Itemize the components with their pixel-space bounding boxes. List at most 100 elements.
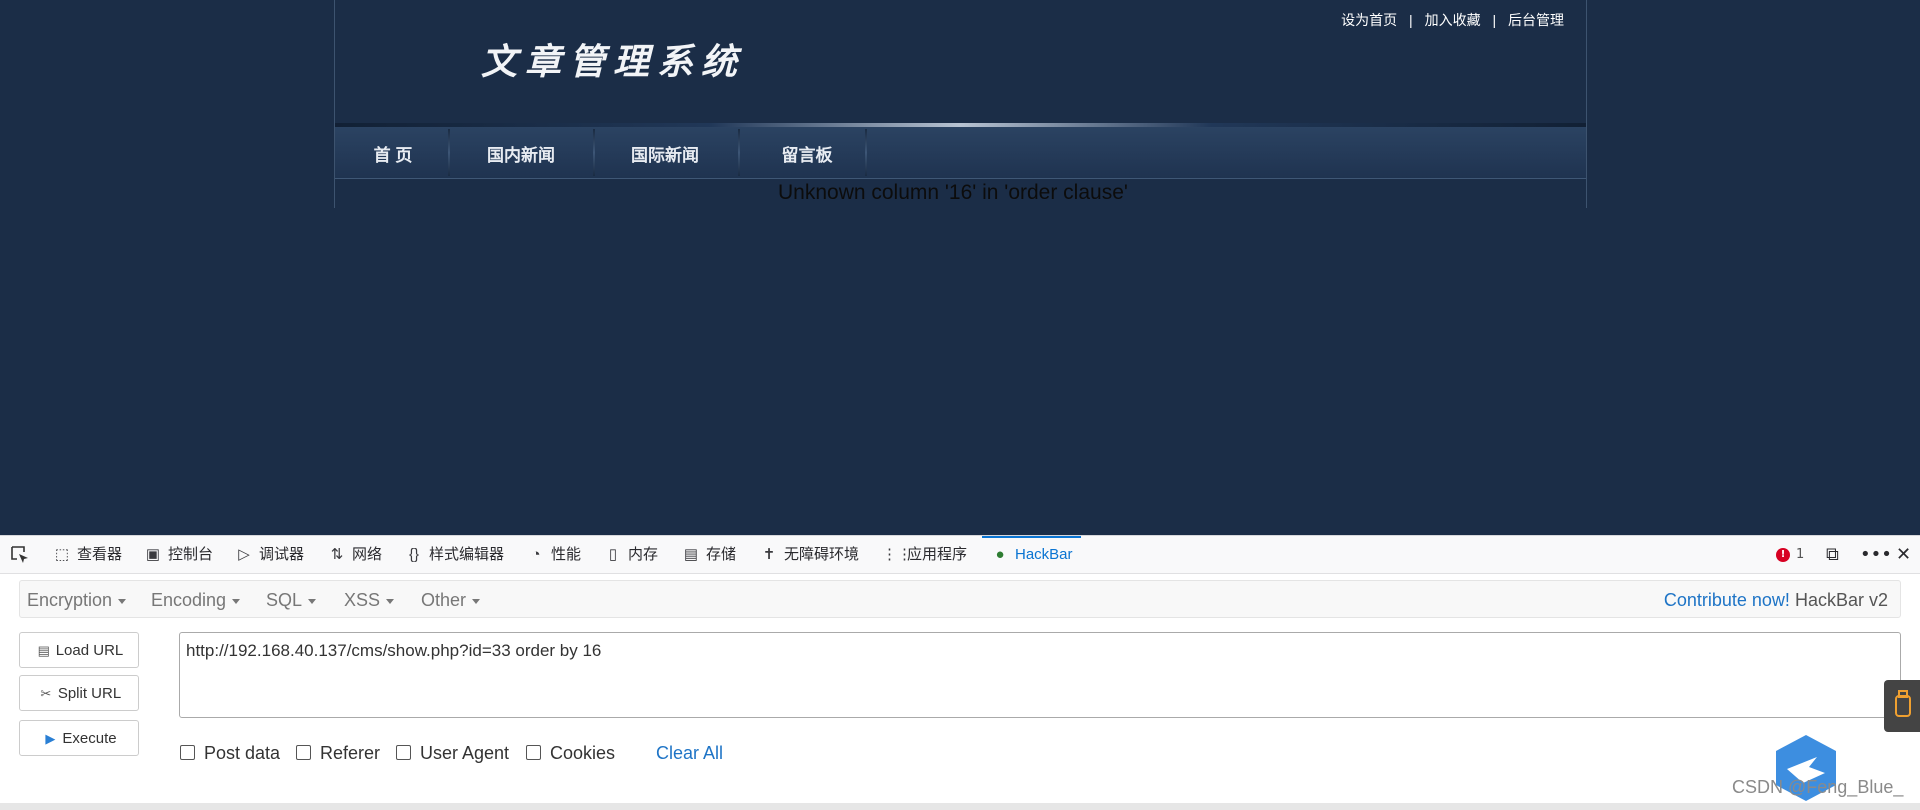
sql-error-message: Unknown column '16' in 'order clause' — [778, 181, 1128, 204]
inspector-icon: ⬚ — [54, 546, 70, 563]
checkbox-label: Post data — [204, 743, 281, 763]
tab-style-editor[interactable]: {} 样式编辑器 — [404, 536, 504, 574]
caret-down-icon — [118, 598, 127, 604]
console-icon: ▣ — [145, 546, 161, 563]
page-container: 文章管理系统 设为首页 | 加入收藏 | 后台管理 首 页 国内新闻 国际新闻 … — [334, 0, 1587, 208]
user-agent-checkbox[interactable]: User Agent — [396, 741, 509, 765]
encryption-menu[interactable]: Encryption — [27, 581, 127, 619]
tab-label: 应用程序 — [907, 546, 968, 563]
bottom-strip — [0, 803, 1920, 810]
nav-divider — [448, 129, 450, 176]
performance-icon: ◔ — [531, 546, 541, 563]
caret-down-icon — [232, 598, 241, 604]
tab-inspector[interactable]: ⬚ 查看器 — [52, 536, 122, 574]
application-icon: ⋮⋮ — [882, 546, 912, 563]
tab-label: 存储 — [706, 546, 737, 563]
web-page: 文章管理系统 设为首页 | 加入收藏 | 后台管理 首 页 国内新闻 国际新闻 … — [0, 0, 1920, 535]
tab-label: 内存 — [628, 546, 659, 563]
menu-label: Encoding — [151, 590, 227, 610]
separator: | — [1409, 12, 1413, 28]
tab-label: 网络 — [352, 546, 383, 563]
csdn-watermark: CSDN @Feng_Blue_ — [1732, 777, 1904, 797]
tab-label: 性能 — [551, 546, 582, 563]
url-input[interactable] — [179, 632, 1901, 718]
nav-item-guestbook[interactable]: 留言板 — [747, 127, 867, 178]
admin-link[interactable]: 后台管理 — [1508, 12, 1564, 28]
tab-label: 无障碍环境 — [784, 546, 860, 563]
encoding-menu[interactable]: Encoding — [151, 581, 241, 619]
debugger-icon: ▷ — [238, 546, 250, 563]
hackbar-version: HackBar v2 — [1794, 590, 1888, 610]
tab-memory[interactable]: ▯ 内存 — [603, 536, 658, 574]
menu-label: Other — [421, 590, 467, 610]
tab-console[interactable]: ▣ 控制台 — [143, 536, 213, 574]
side-extension-tab[interactable] — [1884, 680, 1920, 732]
tab-label: 样式编辑器 — [429, 546, 505, 563]
scissors-icon: ✂ — [40, 686, 52, 701]
checkbox[interactable] — [526, 745, 541, 760]
tab-label: 控制台 — [168, 546, 214, 563]
bottle-icon — [1895, 690, 1911, 717]
add-favorite-link[interactable]: 加入收藏 — [1425, 12, 1481, 28]
caret-down-icon — [308, 598, 317, 604]
cookies-checkbox[interactable]: Cookies — [526, 741, 615, 765]
menu-label: SQL — [266, 590, 303, 610]
nav-item-domestic-news[interactable]: 国内新闻 — [457, 127, 585, 178]
post-data-checkbox[interactable]: Post data — [180, 741, 280, 765]
hackbar-icon: ● — [995, 546, 1005, 563]
storage-icon: ▤ — [683, 546, 699, 563]
hackbar-menu: Encryption Encoding SQL XSS Other Contri… — [19, 580, 1901, 618]
close-icon[interactable]: ✕ — [1896, 536, 1911, 574]
tab-storage[interactable]: ▤ 存储 — [681, 536, 736, 574]
tab-debugger[interactable]: ▷ 调试器 — [234, 536, 304, 574]
memory-icon: ▯ — [608, 546, 618, 563]
set-homepage-link[interactable]: 设为首页 — [1341, 12, 1397, 28]
referer-checkbox[interactable]: Referer — [296, 741, 380, 765]
button-label: Execute — [62, 730, 117, 747]
button-label: Load URL — [55, 642, 124, 659]
clear-all-link[interactable]: Clear All — [656, 741, 723, 765]
separator: | — [1492, 12, 1497, 28]
nav-divider — [593, 129, 595, 176]
execute-button[interactable]: ▶ Execute — [19, 720, 139, 756]
nav-divider — [865, 129, 867, 176]
tab-network[interactable]: ⇅ 网络 — [327, 536, 382, 574]
tab-label: 查看器 — [77, 546, 123, 563]
caret-down-icon — [472, 598, 481, 604]
checkbox[interactable] — [180, 745, 195, 760]
tab-application[interactable]: ⋮⋮应用程序 — [882, 536, 967, 574]
dock-toggle-icon[interactable]: ⧉ — [1826, 536, 1839, 574]
main-nav: 首 页 国内新闻 国际新闻 留言板 — [335, 127, 1586, 179]
other-menu[interactable]: Other — [421, 581, 481, 619]
site-title: 文章管理系统 — [481, 41, 746, 83]
play-icon: ▶ — [45, 731, 56, 746]
nav-item-home[interactable]: 首 页 — [349, 127, 437, 178]
split-url-button[interactable]: ✂ Split URL — [19, 675, 139, 711]
tab-performance[interactable]: ◔ 性能 — [526, 536, 581, 574]
style-editor-icon: {} — [408, 546, 420, 563]
sql-menu[interactable]: SQL — [266, 581, 317, 619]
checkbox-label: Referer — [320, 743, 381, 763]
load-url-button[interactable]: ▤ Load URL — [19, 632, 139, 668]
devtools-toolbar: ⬚ 查看器 ▣ 控制台 ▷ 调试器 ⇅ 网络 {} 样式编辑器 ◔ 性能 ▯ 内存 ▤ 存储 ✝… — [0, 535, 1920, 574]
checkbox[interactable] — [396, 745, 411, 760]
checkbox-label: Cookies — [550, 743, 616, 763]
tab-label: HackBar — [1015, 546, 1073, 563]
top-links: 设为首页 | 加入收藏 | 后台管理 — [1341, 10, 1564, 30]
error-icon[interactable]: ! — [1776, 548, 1790, 562]
tab-hackbar[interactable]: ● HackBar — [982, 536, 1081, 576]
nav-item-international-news[interactable]: 国际新闻 — [601, 127, 729, 178]
nav-divider — [738, 129, 740, 176]
network-icon: ⇅ — [330, 546, 344, 563]
load-url-icon: ▤ — [37, 643, 50, 658]
accessibility-icon: ✝ — [762, 546, 776, 563]
contribute-link[interactable]: Contribute now! — [1664, 590, 1790, 610]
menu-label: XSS — [344, 590, 381, 610]
element-picker-icon[interactable] — [10, 545, 30, 565]
contribute-area: Contribute now! HackBar v2 — [1664, 581, 1888, 619]
more-options-icon[interactable]: ••• — [1860, 536, 1892, 574]
checkbox[interactable] — [296, 745, 311, 760]
error-count[interactable]: 1 — [1796, 536, 1804, 574]
tab-accessibility[interactable]: ✝ 无障碍环境 — [759, 536, 859, 574]
xss-menu[interactable]: XSS — [344, 581, 395, 619]
